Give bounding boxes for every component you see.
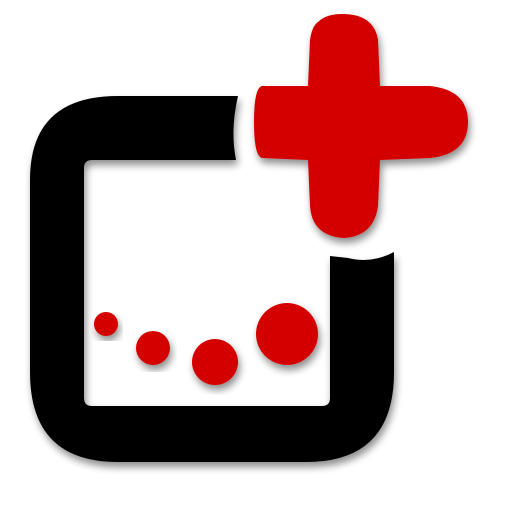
dot-medium-icon [136,331,170,365]
medical-app-logo-icon [30,14,468,462]
dot-small-icon [94,312,118,336]
dot-xlarge-icon [256,303,318,365]
dot-large-icon [192,339,238,385]
cross-shape [254,14,468,238]
logo-canvas [0,0,512,512]
